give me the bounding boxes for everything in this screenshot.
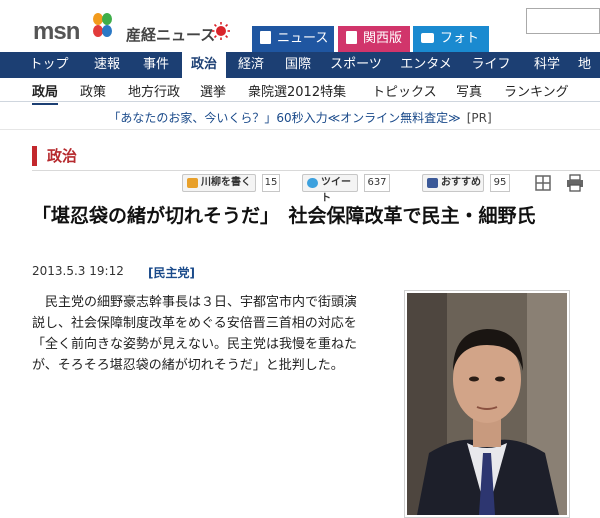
tweet-label: ツイート: [321, 177, 351, 204]
subnav-item-photo[interactable]: 写真: [456, 81, 482, 100]
section-divider: [32, 170, 600, 171]
portrait-image: [407, 293, 567, 515]
nav-item-life[interactable]: ライフ: [466, 52, 516, 78]
ad-banner: 「あなたのお家、今いくら？」60秒入力≪オンライン無料査定≫ [PR]: [0, 106, 600, 130]
subnav-item-ranking[interactable]: ランキング: [504, 81, 569, 100]
nav-item-sports[interactable]: スポーツ: [324, 52, 388, 78]
tab-kansai-label: 関西版: [363, 31, 403, 46]
subnav-item-policy[interactable]: 政策: [80, 81, 106, 100]
senryu-label: 川柳を書く: [201, 177, 251, 188]
print-icon[interactable]: [566, 174, 584, 192]
msn-logo[interactable]: msn: [33, 18, 80, 46]
nav-item-science[interactable]: 科学: [526, 52, 568, 78]
nav-item-economy[interactable]: 経済: [230, 52, 272, 78]
tweet-button[interactable]: ツイート: [302, 174, 358, 204]
nav-item-top[interactable]: トップ: [22, 52, 76, 78]
nav-item-politics[interactable]: 政治: [182, 52, 226, 78]
sankei-logo[interactable]: 産経ニュース: [126, 24, 215, 45]
ad-pr-label: [PR]: [466, 111, 492, 125]
recommend-button[interactable]: おすすめ: [422, 174, 484, 192]
senryu-count: 15: [262, 174, 280, 192]
nav-item-crime[interactable]: 事件: [134, 52, 178, 78]
subnav-item-election-2012[interactable]: 衆院選2012特集: [248, 81, 346, 100]
article-body: 民主党の細野豪志幹事長は３日、宇都宮市内で街頭演説し、社会保障制度改革をめぐる安…: [32, 295, 358, 373]
ad-link[interactable]: 「あなたのお家、今いくら？」60秒入力≪オンライン無料査定≫: [108, 111, 460, 125]
nav-item-local[interactable]: 地方: [578, 52, 600, 78]
sub-nav: 政局 政策 地方行政 選挙 衆院選2012特集 トピックス 写真 ランキング: [0, 78, 600, 105]
recommend-label: おすすめ: [441, 177, 481, 188]
clip-icon[interactable]: [534, 174, 552, 192]
facebook-icon: [427, 178, 438, 188]
camera-icon: [421, 33, 434, 43]
recommend-count: 95: [490, 174, 510, 192]
document-icon: [260, 31, 271, 44]
nav-item-international[interactable]: 国際: [276, 52, 320, 78]
nav-item-breaking[interactable]: 速報: [84, 52, 130, 78]
section-title: 政治: [32, 146, 77, 166]
tweet-count: 637: [364, 174, 390, 192]
article-tag-link[interactable]: [民主党]: [148, 264, 195, 281]
article-date: 2013.5.3 19:12: [32, 264, 124, 278]
pencil-icon: [187, 178, 198, 188]
tab-news-label: ニュース: [277, 31, 329, 46]
msn-butterfly-icon: [93, 13, 112, 37]
twitter-bird-icon: [307, 178, 318, 188]
subnav-item-local-admin[interactable]: 地方行政: [128, 81, 180, 100]
tab-news[interactable]: ニュース: [252, 26, 334, 52]
search-input[interactable]: [526, 8, 600, 34]
tab-kansai[interactable]: 関西版: [338, 26, 410, 52]
sankei-sun-icon: [212, 22, 230, 40]
site-header: msn 産経ニュース ニュース 関西版 フォト: [0, 0, 600, 52]
senryu-button[interactable]: 川柳を書く: [182, 174, 256, 192]
article-photo[interactable]: [404, 290, 570, 518]
subnav-item-seikyoku[interactable]: 政局: [32, 81, 59, 105]
tab-photo-label: フォト: [440, 31, 480, 46]
nav-item-entertainment[interactable]: エンタメ: [394, 52, 458, 78]
main-nav: トップ 速報 事件 政治 経済 国際 スポーツ エンタメ ライフ 科学 地方: [0, 52, 600, 78]
article-headline: 「堪忍袋の緒が切れそうだ」 社会保障改革で民主・細野氏: [32, 205, 536, 227]
subnav-item-election[interactable]: 選挙: [200, 81, 226, 100]
tab-photo[interactable]: フォト: [413, 26, 489, 52]
subnav-item-topics[interactable]: トピックス: [372, 81, 437, 100]
bookmark-icon: [346, 31, 357, 44]
